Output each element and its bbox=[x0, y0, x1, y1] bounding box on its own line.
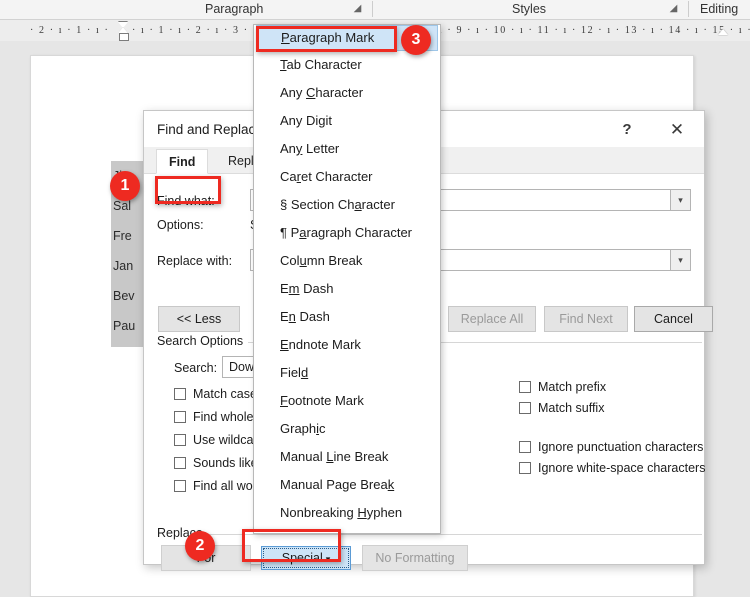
cancel-button[interactable]: Cancel bbox=[634, 306, 713, 332]
menu-item-special[interactable]: Em Dash bbox=[254, 275, 440, 303]
checkbox-sounds-like[interactable]: Sounds like ( bbox=[174, 454, 265, 472]
chevron-down-icon[interactable]: ▾ bbox=[670, 189, 691, 211]
menu-item-special[interactable]: Column Break bbox=[254, 247, 440, 275]
menu-item-special[interactable]: Graphic bbox=[254, 415, 440, 443]
checkbox-find-all-word-forms[interactable]: Find all word bbox=[174, 477, 264, 495]
checkbox-ignore-white-space[interactable]: Ignore white-space characters bbox=[519, 459, 705, 477]
checkbox-box[interactable] bbox=[174, 480, 186, 492]
menu-item-special[interactable]: Endnote Mark bbox=[254, 331, 440, 359]
special-dropdown-menu[interactable]: Paragraph MarkTab CharacterAny Character… bbox=[253, 24, 441, 534]
options-label: Options: bbox=[157, 218, 204, 232]
replace-all-button[interactable]: Replace All bbox=[448, 306, 536, 332]
search-options-label: Search Options bbox=[157, 334, 248, 348]
menu-item-special[interactable]: Any Letter bbox=[254, 135, 440, 163]
menu-item-special[interactable]: ¶ Paragraph Character bbox=[254, 219, 440, 247]
menu-item-special[interactable]: Field bbox=[254, 359, 440, 387]
checkbox-match-case[interactable]: Match case bbox=[174, 385, 257, 403]
ribbon-group-editing: Editing bbox=[700, 2, 738, 16]
checkbox-box[interactable] bbox=[174, 411, 186, 423]
menu-item-special[interactable]: Manual Page Break bbox=[254, 471, 440, 499]
menu-item-special[interactable]: Nonbreaking Space bbox=[254, 527, 440, 534]
annotation-badge-3: 3 bbox=[401, 25, 431, 55]
dialog-launcher-icon-paragraph[interactable]: ◢ bbox=[352, 3, 363, 14]
ribbon-group-paragraph: Paragraph bbox=[205, 2, 263, 16]
dialog-launcher-icon-styles[interactable]: ◢ bbox=[668, 3, 679, 14]
menu-item-special[interactable]: En Dash bbox=[254, 303, 440, 331]
checkbox-label: Ignore punctuation characters bbox=[538, 440, 703, 454]
checkbox-box[interactable] bbox=[174, 457, 186, 469]
ruler-marks-left: · 2 · ı · 1 · ı · bbox=[30, 23, 109, 38]
no-formatting-button[interactable]: No Formatting bbox=[362, 545, 468, 571]
checkbox-match-suffix[interactable]: Match suffix bbox=[519, 399, 604, 417]
chevron-down-icon[interactable]: ▾ bbox=[670, 249, 691, 271]
checkbox-label: Ignore white-space characters bbox=[538, 461, 705, 475]
checkbox-label: Match suffix bbox=[538, 401, 604, 415]
checkbox-use-wildcards[interactable]: Use wildcard bbox=[174, 431, 265, 449]
annotation-badge-1: 1 bbox=[110, 171, 140, 201]
checkbox-box[interactable] bbox=[519, 402, 531, 414]
indent-marker-left[interactable] bbox=[118, 22, 129, 40]
less-button[interactable]: << Less bbox=[158, 306, 240, 332]
question-mark-icon[interactable]: ? bbox=[616, 120, 638, 140]
checkbox-box[interactable] bbox=[519, 381, 531, 393]
checkbox-box[interactable] bbox=[519, 462, 531, 474]
menu-item-special[interactable]: Any Character bbox=[254, 79, 440, 107]
checkbox-label: Match prefix bbox=[538, 380, 606, 394]
find-next-button[interactable]: Find Next bbox=[544, 306, 628, 332]
tab-find[interactable]: Find bbox=[156, 149, 208, 174]
checkbox-box[interactable] bbox=[174, 434, 186, 446]
ribbon-strip: Paragraph ◢ Styles ◢ Editing bbox=[0, 0, 750, 20]
menu-item-special[interactable]: Footnote Mark bbox=[254, 387, 440, 415]
chevron-down-icon: ▾ bbox=[326, 554, 331, 564]
special-button-label: Special bbox=[282, 551, 323, 565]
menu-item-special[interactable]: Manual Line Break bbox=[254, 443, 440, 471]
replace-with-label: Replace with: bbox=[157, 254, 232, 268]
ribbon-group-styles: Styles bbox=[512, 2, 546, 16]
menu-item-special[interactable]: Tab Character bbox=[254, 51, 440, 79]
search-direction-label: Search: bbox=[174, 361, 217, 375]
checkbox-ignore-punctuation[interactable]: Ignore punctuation characters bbox=[519, 438, 703, 456]
menu-item-special[interactable]: Caret Character bbox=[254, 163, 440, 191]
dialog-title: Find and Replace bbox=[157, 122, 263, 137]
checkbox-box[interactable] bbox=[519, 441, 531, 453]
menu-item-special[interactable]: Any Digit bbox=[254, 107, 440, 135]
indent-marker-right[interactable] bbox=[718, 29, 728, 35]
special-button[interactable]: Special▾ bbox=[261, 546, 351, 570]
ruler-marks-right: · ı · 1 · ı · 2 · ı · 3 · ı · 4 · ı · 5 … bbox=[132, 23, 750, 38]
menu-item-special[interactable]: § Section Character bbox=[254, 191, 440, 219]
find-what-label: Find what: bbox=[157, 194, 215, 208]
checkbox-label: Match case bbox=[193, 387, 257, 401]
checkbox-box[interactable] bbox=[174, 388, 186, 400]
checkbox-match-prefix[interactable]: Match prefix bbox=[519, 378, 606, 396]
annotation-badge-2: 2 bbox=[185, 531, 215, 561]
menu-item-special[interactable]: Nonbreaking Hyphen bbox=[254, 499, 440, 527]
close-icon[interactable]: ✕ bbox=[664, 120, 690, 140]
